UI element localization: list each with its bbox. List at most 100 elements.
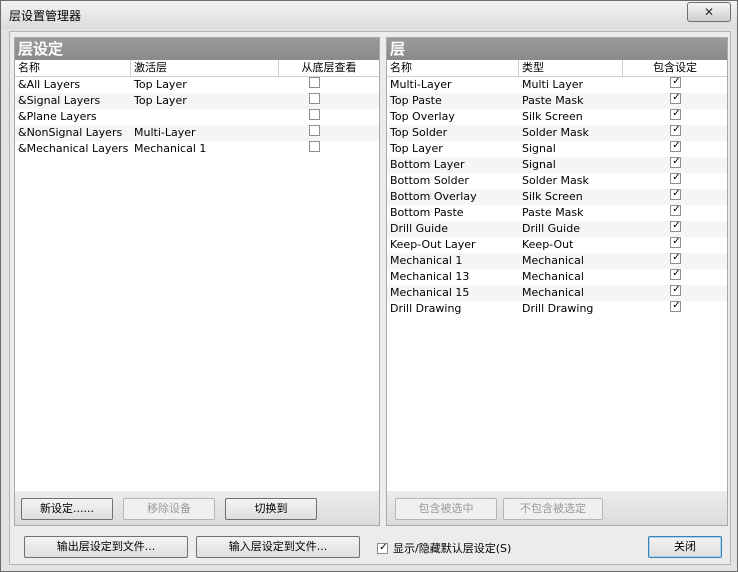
layer-type: Solder Mask: [522, 174, 589, 187]
column-header-name[interactable]: 名称: [15, 60, 131, 76]
new-set-button[interactable]: 新设定......: [21, 498, 113, 520]
include-layer-checkbox[interactable]: [670, 77, 682, 88]
include-layer-checkbox[interactable]: [670, 141, 682, 152]
layer-row[interactable]: Bottom Overlay Silk Screen: [387, 189, 727, 205]
bottom-view-checkbox[interactable]: [309, 141, 320, 152]
column-header-active-layer[interactable]: 激活层: [131, 60, 279, 76]
layer-set-name: &Mechanical Layers: [18, 142, 129, 155]
layer-row[interactable]: Multi-Layer Multi Layer: [387, 77, 727, 93]
include-layer-checkbox[interactable]: [670, 253, 682, 264]
layer-name: Drill Drawing: [390, 302, 462, 315]
layer-type: Signal: [522, 158, 556, 171]
layer-set-name: &NonSignal Layers: [18, 126, 123, 139]
layer-type: Keep-Out: [522, 238, 574, 251]
column-header-include[interactable]: 包含设定: [623, 60, 727, 76]
layer-sets-column-headers: 名称 激活层 从底层查看: [15, 60, 379, 77]
bottom-view-checkbox[interactable]: [309, 77, 320, 88]
layer-set-row[interactable]: &Signal Layers Top Layer: [15, 93, 379, 109]
layer-type: Silk Screen: [522, 110, 583, 123]
layer-type: Mechanical: [522, 270, 584, 283]
column-header-layer-name[interactable]: 名称: [387, 60, 519, 76]
layer-name: Multi-Layer: [390, 78, 452, 91]
exclude-selected-button[interactable]: 不包含被选定: [503, 498, 603, 520]
include-layer-checkbox[interactable]: [670, 285, 682, 296]
layer-set-row[interactable]: &Plane Layers: [15, 109, 379, 125]
bottom-view-checkbox[interactable]: [309, 125, 320, 136]
layer-row[interactable]: Mechanical 13 Mechanical: [387, 269, 727, 285]
include-layer-checkbox[interactable]: [670, 157, 682, 168]
layer-type: Drill Drawing: [522, 302, 594, 315]
layer-name: Bottom Overlay: [390, 190, 477, 203]
include-layer-checkbox[interactable]: [670, 221, 682, 232]
layer-row[interactable]: Keep-Out Layer Keep-Out: [387, 237, 727, 253]
import-layer-sets-button[interactable]: 输入层设定到文件...: [196, 536, 360, 558]
include-selected-button[interactable]: 包含被选中: [395, 498, 497, 520]
export-layer-sets-button[interactable]: 输出层设定到文件...: [24, 536, 188, 558]
layer-type: Solder Mask: [522, 126, 589, 139]
bottom-view-checkbox[interactable]: [309, 93, 320, 104]
layer-type: Silk Screen: [522, 190, 583, 203]
layer-type: Drill Guide: [522, 222, 580, 235]
close-icon: ✕: [703, 5, 715, 19]
layer-type: Signal: [522, 142, 556, 155]
layer-row[interactable]: Drill Guide Drill Guide: [387, 221, 727, 237]
include-layer-checkbox[interactable]: [670, 189, 682, 200]
layer-sets-title: 层设定: [15, 38, 379, 60]
layer-name: Mechanical 15: [390, 286, 470, 299]
include-layer-checkbox[interactable]: [670, 205, 682, 216]
layer-set-row[interactable]: &All Layers Top Layer: [15, 77, 379, 93]
layer-type: Mechanical: [522, 286, 584, 299]
include-layer-checkbox[interactable]: [670, 301, 682, 312]
layer-type: Mechanical: [522, 254, 584, 267]
dialog-button-bar: 输出层设定到文件... 输入层设定到文件... 显示/隐藏默认层设定(S) 关闭: [10, 529, 730, 564]
close-button[interactable]: 关闭: [648, 536, 722, 558]
switch-to-button[interactable]: 切换到: [225, 498, 317, 520]
column-header-bottom-view[interactable]: 从底层查看: [279, 60, 379, 76]
layer-set-manager-window: 层设置管理器 ✕ 层设定 名称 激活层 从底层查看 &All Layers Top…: [0, 0, 738, 572]
layer-name: Bottom Paste: [390, 206, 464, 219]
include-layer-checkbox[interactable]: [670, 109, 682, 120]
layer-set-row[interactable]: &Mechanical Layers Mechanical 1: [15, 141, 379, 157]
bottom-view-checkbox[interactable]: [309, 109, 320, 120]
layer-name: Top Overlay: [390, 110, 455, 123]
layer-name: Bottom Solder: [390, 174, 469, 187]
layer-set-active-layer: Top Layer: [134, 94, 187, 107]
layer-row[interactable]: Mechanical 1 Mechanical: [387, 253, 727, 269]
layer-type: Paste Mask: [522, 94, 584, 107]
layer-set-active-layer: Multi-Layer: [134, 126, 196, 139]
layer-row[interactable]: Bottom Paste Paste Mask: [387, 205, 727, 221]
show-hide-default-sets-label: 显示/隐藏默认层设定(S): [393, 542, 512, 555]
window-close-button[interactable]: ✕: [687, 2, 731, 22]
layer-row[interactable]: Bottom Layer Signal: [387, 157, 727, 173]
layer-row[interactable]: Top Overlay Silk Screen: [387, 109, 727, 125]
layer-row[interactable]: Top Solder Solder Mask: [387, 125, 727, 141]
layer-name: Bottom Layer: [390, 158, 465, 171]
layer-sets-footer: 新设定...... 移除设备 切换到: [15, 491, 379, 525]
layer-sets-panel: 层设定 名称 激活层 从底层查看 &All Layers Top Layer &Si…: [14, 37, 380, 526]
include-layer-checkbox[interactable]: [670, 237, 682, 248]
layers-footer: 包含被选中 不包含被选定: [387, 491, 727, 525]
layer-set-row[interactable]: &NonSignal Layers Multi-Layer: [15, 125, 379, 141]
layer-name: Mechanical 13: [390, 270, 470, 283]
layer-row[interactable]: Bottom Solder Solder Mask: [387, 173, 727, 189]
remove-set-button[interactable]: 移除设备: [123, 498, 215, 520]
layer-set-name: &Plane Layers: [18, 110, 97, 123]
show-hide-default-sets-checkbox[interactable]: [377, 543, 389, 554]
column-header-layer-type[interactable]: 类型: [519, 60, 623, 76]
layer-set-active-layer: Top Layer: [134, 78, 187, 91]
include-layer-checkbox[interactable]: [670, 125, 682, 136]
layer-name: Top Paste: [390, 94, 442, 107]
include-layer-checkbox[interactable]: [670, 173, 682, 184]
include-layer-checkbox[interactable]: [670, 269, 682, 280]
layer-row[interactable]: Top Paste Paste Mask: [387, 93, 727, 109]
layer-row[interactable]: Top Layer Signal: [387, 141, 727, 157]
window-title: 层设置管理器: [9, 9, 82, 23]
title-bar[interactable]: 层设置管理器 ✕: [1, 1, 737, 29]
layer-row[interactable]: Mechanical 15 Mechanical: [387, 285, 727, 301]
layer-type: Multi Layer: [522, 78, 584, 91]
layer-name: Top Solder: [390, 126, 448, 139]
layer-set-name: &All Layers: [18, 78, 81, 91]
include-layer-checkbox[interactable]: [670, 93, 682, 104]
layer-name: Mechanical 1: [390, 254, 463, 267]
layer-row[interactable]: Drill Drawing Drill Drawing: [387, 301, 727, 317]
